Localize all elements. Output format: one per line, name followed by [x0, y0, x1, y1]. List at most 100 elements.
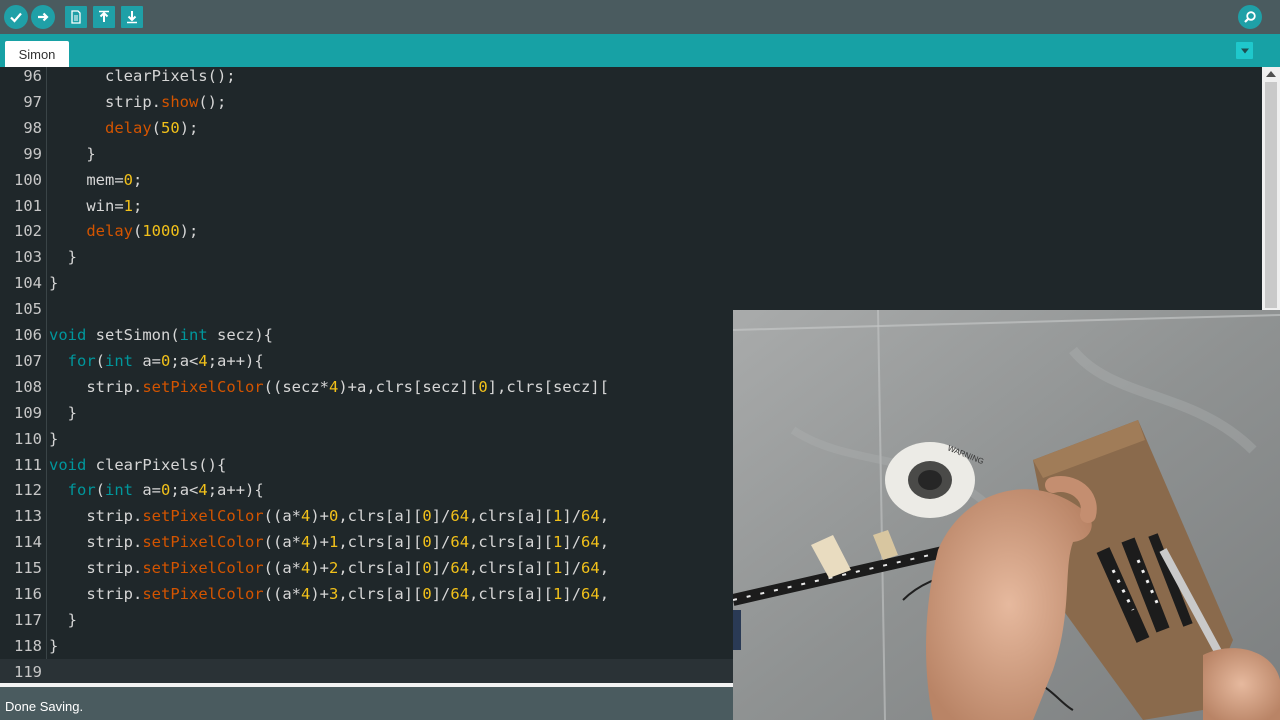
number-token: 0	[422, 559, 432, 578]
number-token: 0	[478, 377, 488, 396]
code-text: a=	[133, 351, 162, 370]
code-text: clearPixels();	[49, 67, 236, 89]
code-text: )+	[310, 507, 329, 526]
code-line[interactable]: 103 }	[0, 244, 1262, 270]
number-token: 64	[450, 533, 470, 552]
number-token: 1	[553, 507, 563, 526]
code-text: ]/	[431, 533, 451, 552]
code-text: );	[179, 222, 199, 241]
code-text: (	[151, 118, 162, 137]
number-token: 1000	[142, 222, 180, 241]
code-text: for(int a=0;a<4;a++){	[49, 348, 264, 374]
webcam-overlay: WARNING	[733, 310, 1280, 720]
code-line[interactable]: 102 delay(1000);	[0, 218, 1262, 244]
code-text: (	[95, 481, 106, 500]
code-text: clearPixels();	[49, 67, 236, 85]
number-token: 64	[581, 559, 600, 578]
function-token: show	[160, 92, 199, 111]
code-text: strip.setPixelColor((a*4)+3,clrs[a][0]/6…	[49, 581, 609, 607]
code-line[interactable]: 97 strip.show();	[0, 89, 1262, 115]
keyword-token: void	[49, 455, 87, 474]
arrow-up-icon	[99, 10, 109, 22]
number-token: 4	[300, 585, 311, 603]
number-token: 64	[581, 533, 600, 552]
save-button[interactable]	[121, 6, 143, 28]
scrollbar-thumb[interactable]	[1265, 82, 1277, 308]
code-text: clearPixels(){	[86, 455, 227, 474]
line-number: 99	[23, 144, 42, 163]
arrow-down-icon	[127, 11, 137, 24]
function-token: setPixelColor	[142, 559, 264, 578]
number-token: 0	[123, 170, 133, 189]
code-line[interactable]: 98 delay(50);	[0, 115, 1262, 141]
keyword-token: int	[105, 481, 134, 500]
code-text: ]/	[562, 533, 582, 552]
verify-button[interactable]	[4, 5, 28, 29]
code-text: mem=0;	[49, 167, 142, 193]
scroll-up-arrow-icon[interactable]	[1266, 71, 1276, 77]
number-token: 0	[422, 507, 432, 526]
number-token: 0	[161, 351, 171, 370]
code-text: ();	[198, 92, 227, 111]
code-text: (	[133, 222, 143, 241]
line-number: 114	[14, 533, 42, 552]
line-number: 106	[14, 326, 42, 344]
code-text: ,	[599, 533, 610, 552]
number-token: 0	[422, 533, 432, 552]
serial-monitor-button[interactable]	[1238, 5, 1262, 29]
line-number: 96	[23, 67, 42, 85]
code-line[interactable]: 96 clearPixels();	[0, 67, 1262, 89]
code-text: )+a,clrs[secz][	[338, 377, 479, 396]
code-text: ((a*	[263, 507, 301, 526]
code-text: ;	[133, 196, 143, 215]
code-text: win=1;	[49, 193, 142, 219]
code-text: ((secz*	[263, 377, 329, 396]
code-text: setSimon(	[86, 326, 180, 344]
line-number: 116	[14, 585, 42, 603]
code-text: ,clrs[a][	[338, 585, 423, 603]
line-number: 98	[23, 118, 42, 137]
code-text: a=	[133, 481, 162, 500]
line-number: 118	[14, 636, 42, 655]
code-line[interactable]: 100 mem=0;	[0, 167, 1262, 193]
code-text: strip.	[49, 559, 143, 578]
code-text: ((a*	[263, 559, 301, 578]
code-text: ,clrs[a][	[469, 559, 554, 578]
code-text: ;a++){	[207, 351, 264, 370]
tab-simon[interactable]: Simon	[5, 41, 69, 67]
check-icon	[10, 12, 22, 23]
code-text: ],clrs[secz][	[487, 377, 609, 396]
number-token: 64	[581, 585, 600, 603]
number-token: 2	[329, 559, 339, 578]
keyword-token: for	[67, 481, 96, 500]
open-button[interactable]	[93, 6, 115, 28]
code-text: ]/	[431, 559, 451, 578]
code-line[interactable]: 104}	[0, 270, 1262, 296]
code-text: }	[49, 636, 59, 655]
code-text: delay(50);	[49, 115, 198, 141]
code-line[interactable]: 99 }	[0, 141, 1262, 167]
code-text: )+	[310, 585, 329, 603]
code-text: ,clrs[a][	[469, 507, 554, 526]
upload-button[interactable]	[31, 5, 55, 29]
code-line[interactable]: 101 win=1;	[0, 193, 1262, 219]
keyword-token: for	[67, 351, 96, 370]
line-number: 107	[14, 351, 42, 370]
number-token: 0	[422, 585, 432, 603]
code-text: strip.	[49, 533, 143, 552]
code-text: );	[179, 118, 199, 137]
code-text: }	[49, 244, 77, 270]
number-token: 1	[553, 559, 563, 578]
new-button[interactable]	[65, 6, 87, 28]
code-text: }	[49, 400, 77, 426]
tab-menu-button[interactable]	[1236, 42, 1253, 59]
code-text: ]/	[431, 507, 451, 526]
number-token: 4	[300, 559, 311, 578]
function-token: setPixelColor	[142, 507, 264, 526]
line-number: 102	[14, 222, 42, 241]
code-text: )+	[310, 533, 329, 552]
line-number: 119	[14, 662, 42, 681]
